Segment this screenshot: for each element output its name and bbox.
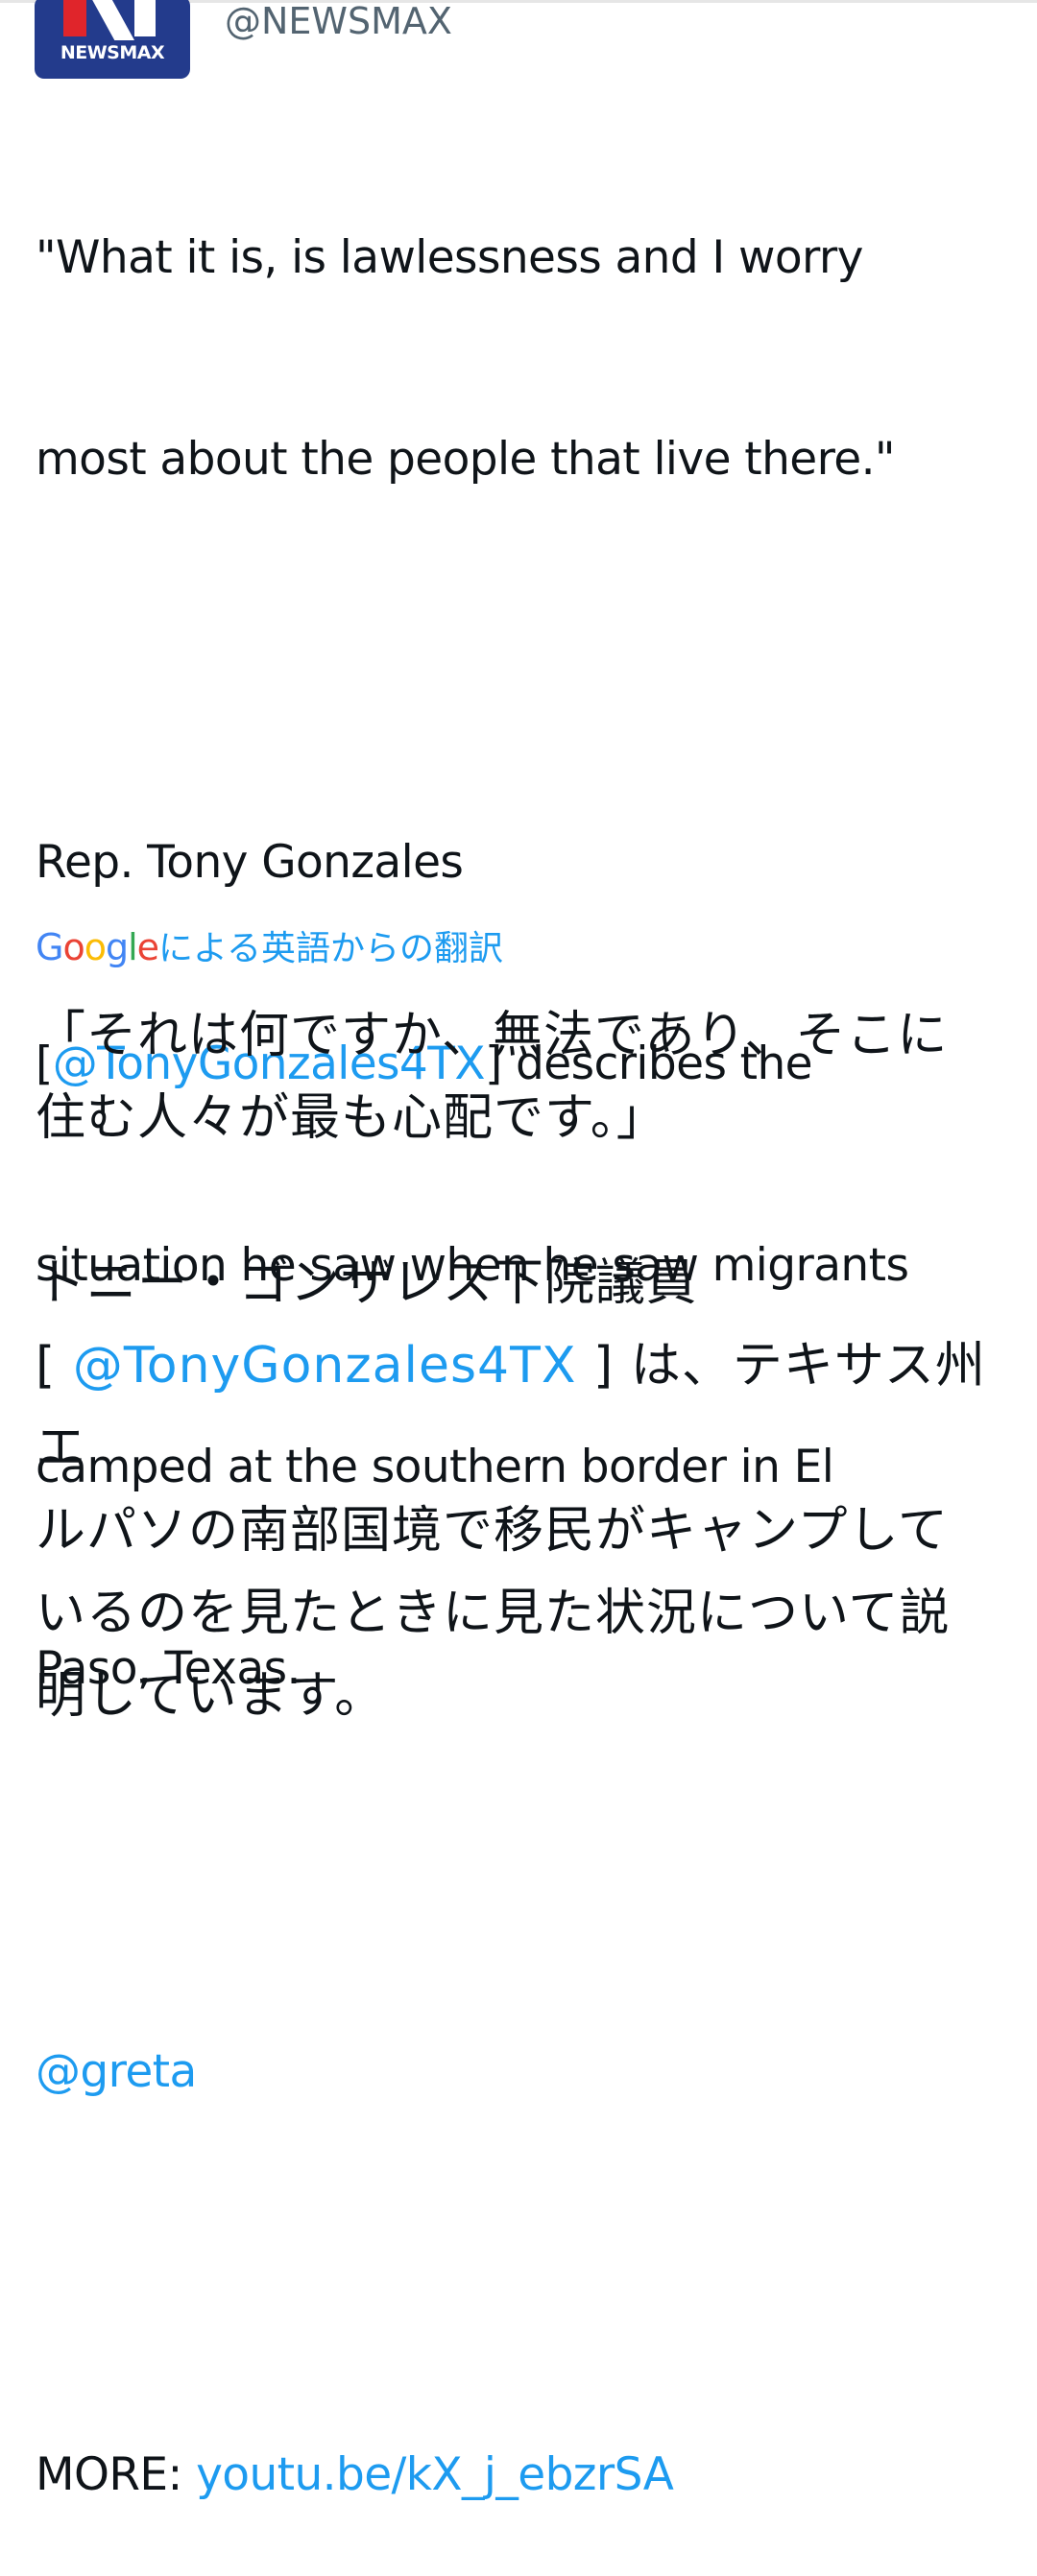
newsmax-logo-n-right	[134, 0, 156, 36]
more-label: MORE:	[36, 2448, 197, 2501]
newsmax-avatar[interactable]: NEWSMAX	[35, 0, 190, 79]
greta-line: @greta	[36, 2039, 1015, 2106]
jp-open-bracket: [	[36, 1337, 73, 1395]
jp-rep-line-1: トニー・ゴンザレス下院議員	[36, 1254, 698, 1312]
google-letter-l: l	[128, 926, 138, 968]
mention-greta[interactable]: @greta	[36, 2045, 197, 2098]
quote-line-1: "What it is, is lawlessness and I worry	[36, 231, 863, 284]
author-handle[interactable]: @NEWSMAX	[225, 0, 452, 44]
jp-line-1: 「それは何ですか、無法であり、そこに	[36, 1007, 949, 1064]
rep-line-1: Rep. Tony Gonzales	[36, 836, 464, 889]
newsmax-logo-red-bar	[63, 0, 86, 36]
translated-text: 「それは何ですか、無法であり、そこに 住む人々が最も心配です。」 トニー・ゴンザ…	[36, 994, 1015, 1737]
newsmax-logo-n-diagonal	[90, 0, 134, 40]
google-letter-o2: o	[84, 926, 107, 968]
google-letter-o1: o	[62, 926, 84, 968]
jp-rep-line-4: いるのを見たときに見た状況について説	[36, 1585, 951, 1642]
jp-mention-tonygonzales[interactable]: @TonyGonzales4TX	[73, 1337, 577, 1395]
google-letter-g: G	[36, 926, 63, 968]
translation-label: による英語からの翻訳	[158, 929, 503, 968]
google-letter-e: e	[136, 926, 159, 968]
quote-line-2: most about the people that live there."	[36, 433, 896, 486]
jp-rep-line-5: 明しています。	[36, 1667, 386, 1725]
avatar-logo-text: NEWSMAX	[60, 42, 165, 63]
jp-rep-line-3: ルパソの南部国境で移民がキャンプして	[36, 1502, 949, 1560]
youtube-link[interactable]: youtu.be/kX_j_ebzrSA	[196, 2448, 674, 2501]
google-translate-attribution[interactable]: Googleによる英語からの翻訳	[36, 923, 503, 971]
jp-line-2: 住む人々が最も心配です。」	[36, 1089, 667, 1147]
google-logo: Google	[36, 926, 159, 968]
google-letter-g2: g	[105, 926, 129, 968]
jp-rep-line-2: [ @TonyGonzales4TX ] は、テキサス州エ	[36, 1324, 1015, 1490]
more-line: MORE: youtu.be/kX_j_ebzrSA	[36, 2442, 1015, 2509]
